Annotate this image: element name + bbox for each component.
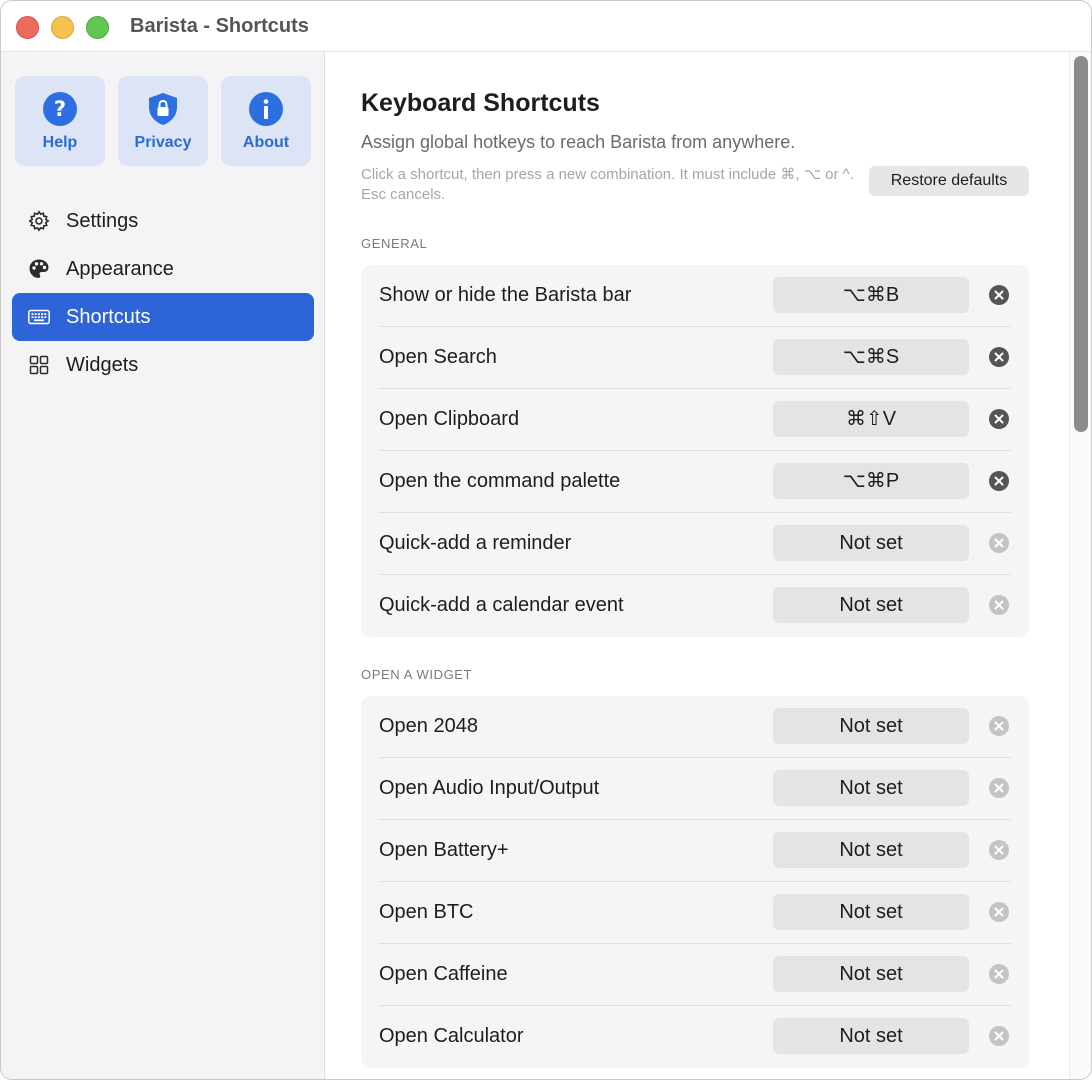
help-tile-label: Help bbox=[42, 134, 78, 151]
shortcut-label: Open Caffeine bbox=[379, 963, 508, 985]
shortcut-label: Open Calculator bbox=[379, 1025, 524, 1047]
shortcut-row: Open 2048 Not set bbox=[361, 696, 1029, 758]
shortcut-label: Open BTC bbox=[379, 901, 474, 923]
clear-shortcut-icon[interactable] bbox=[989, 778, 1009, 798]
clear-shortcut-icon[interactable] bbox=[989, 409, 1009, 429]
shortcut-row: Open Battery+ Not set bbox=[361, 820, 1029, 882]
clear-shortcut-icon[interactable] bbox=[989, 902, 1009, 922]
sidebar-item-widgets[interactable]: Widgets bbox=[12, 341, 314, 389]
zoom-window-button[interactable] bbox=[86, 16, 109, 39]
shortcut-row: Quick-add a calendar event Not set bbox=[361, 575, 1029, 637]
sidebar-item-shortcuts[interactable]: Shortcuts bbox=[12, 293, 314, 341]
shortcut-recorder-button[interactable]: Not set bbox=[773, 770, 969, 806]
shortcut-row: Open Audio Input/Output Not set bbox=[361, 758, 1029, 820]
shortcut-row: Open Search ⌥⌘S bbox=[361, 327, 1029, 389]
shortcut-recorder-button[interactable]: Not set bbox=[773, 894, 969, 930]
shortcut-label: Open Audio Input/Output bbox=[379, 777, 600, 799]
shortcut-recorder-button[interactable]: Not set bbox=[773, 1018, 969, 1054]
scrollbar-thumb[interactable] bbox=[1074, 56, 1088, 432]
shortcut-row: Open the command palette ⌥⌘P bbox=[361, 451, 1029, 513]
shortcut-group-general: Show or hide the Barista bar ⌥⌘B Open Sear… bbox=[361, 265, 1029, 637]
sidebar-item-label: Settings bbox=[66, 210, 139, 232]
shortcut-label: Open 2048 bbox=[379, 715, 478, 737]
shortcuts-pane: Keyboard Shortcuts Assign global hotkeys… bbox=[325, 52, 1069, 1079]
shortcut-recorder-button[interactable]: Not set bbox=[773, 832, 969, 868]
clear-shortcut-icon[interactable] bbox=[989, 285, 1009, 305]
shortcut-recorder-button[interactable]: ⌥⌘B bbox=[773, 277, 969, 313]
shortcut-label: Open Battery+ bbox=[379, 839, 509, 861]
shortcut-hint: Click a shortcut, then press a new combi… bbox=[361, 166, 854, 203]
about-tile-label: About bbox=[242, 134, 290, 151]
clear-shortcut-icon[interactable] bbox=[989, 716, 1009, 736]
shortcut-recorder-button[interactable]: Not set bbox=[773, 587, 969, 623]
shortcut-row: Open BTC Not set bbox=[361, 882, 1029, 944]
info-icon bbox=[249, 92, 283, 126]
sidebar-item-label: Appearance bbox=[66, 258, 174, 280]
shortcut-label: Quick-add a calendar event bbox=[379, 594, 624, 616]
section-label-open-a-widget: OPEN A WIDGET bbox=[361, 667, 473, 682]
page-subtitle: Assign global hotkeys to reach Barista f… bbox=[361, 132, 796, 152]
palette-icon bbox=[29, 259, 49, 278]
svg-text:?: ? bbox=[54, 97, 66, 121]
clear-shortcut-icon[interactable] bbox=[989, 595, 1009, 615]
keyboard-icon bbox=[28, 309, 50, 325]
sidebar-item-label: Widgets bbox=[66, 354, 139, 376]
shortcut-row: Show or hide the Barista bar ⌥⌘B bbox=[361, 265, 1029, 327]
clear-shortcut-icon[interactable] bbox=[989, 471, 1009, 491]
shortcut-row: Open Caffeine Not set bbox=[361, 944, 1029, 1006]
shortcut-row: Open Clipboard ⌘⇧V bbox=[361, 389, 1029, 451]
app-window: Barista - Shortcuts ? Help Privacy About… bbox=[0, 0, 1092, 1080]
shortcut-group-widgets: Open 2048 Not set Open Audio Input/Output N… bbox=[361, 696, 1029, 1068]
close-window-button[interactable] bbox=[16, 16, 39, 39]
clear-shortcut-icon[interactable] bbox=[989, 1026, 1009, 1046]
shortcut-label: Open the command palette bbox=[379, 470, 621, 492]
shortcut-row: Quick-add a reminder Not set bbox=[361, 513, 1029, 575]
question-icon: ? bbox=[43, 92, 77, 126]
clear-shortcut-icon[interactable] bbox=[989, 840, 1009, 860]
shortcut-recorder-button[interactable]: Not set bbox=[773, 708, 969, 744]
section-label-general: GENERAL bbox=[361, 236, 428, 251]
gear-icon bbox=[28, 210, 50, 232]
shortcut-label: Show or hide the Barista bar bbox=[379, 284, 632, 306]
sidebar-item-settings[interactable]: Settings bbox=[12, 197, 314, 245]
shortcut-recorder-button[interactable]: Not set bbox=[773, 956, 969, 992]
shortcut-label: Open Search bbox=[379, 346, 497, 368]
privacy-tile[interactable]: Privacy bbox=[118, 76, 208, 166]
sidebar-item-appearance[interactable]: Appearance bbox=[12, 245, 314, 293]
page-title: Keyboard Shortcuts bbox=[361, 89, 600, 117]
shortcut-label: Open Clipboard bbox=[379, 408, 520, 430]
about-tile[interactable]: About bbox=[221, 76, 311, 166]
window-title: Barista - Shortcuts bbox=[130, 15, 309, 37]
minimize-window-button[interactable] bbox=[51, 16, 74, 39]
restore-defaults-button[interactable]: Restore defaults bbox=[869, 166, 1029, 196]
shortcut-recorder-button[interactable]: ⌥⌘S bbox=[773, 339, 969, 375]
clear-shortcut-icon[interactable] bbox=[989, 533, 1009, 553]
sidebar: ? Help Privacy About Settings Appearance… bbox=[1, 52, 325, 1079]
help-tile[interactable]: ? Help bbox=[15, 76, 105, 166]
shortcut-label: Quick-add a reminder bbox=[379, 532, 572, 554]
title-bar: Barista - Shortcuts bbox=[1, 1, 1091, 52]
shortcut-recorder-button[interactable]: ⌥⌘P bbox=[773, 463, 969, 499]
shortcut-recorder-button[interactable]: Not set bbox=[773, 525, 969, 561]
shortcut-row: Open Calculator Not set bbox=[361, 1006, 1029, 1068]
grid-icon bbox=[29, 355, 49, 375]
clear-shortcut-icon[interactable] bbox=[989, 347, 1009, 367]
shortcut-recorder-button[interactable]: ⌘⇧V bbox=[773, 401, 969, 437]
scrollbar-track[interactable] bbox=[1069, 52, 1091, 1079]
shield-lock-icon bbox=[149, 93, 177, 125]
clear-shortcut-icon[interactable] bbox=[989, 964, 1009, 984]
privacy-tile-label: Privacy bbox=[134, 134, 192, 151]
sidebar-item-label: Shortcuts bbox=[66, 306, 151, 328]
